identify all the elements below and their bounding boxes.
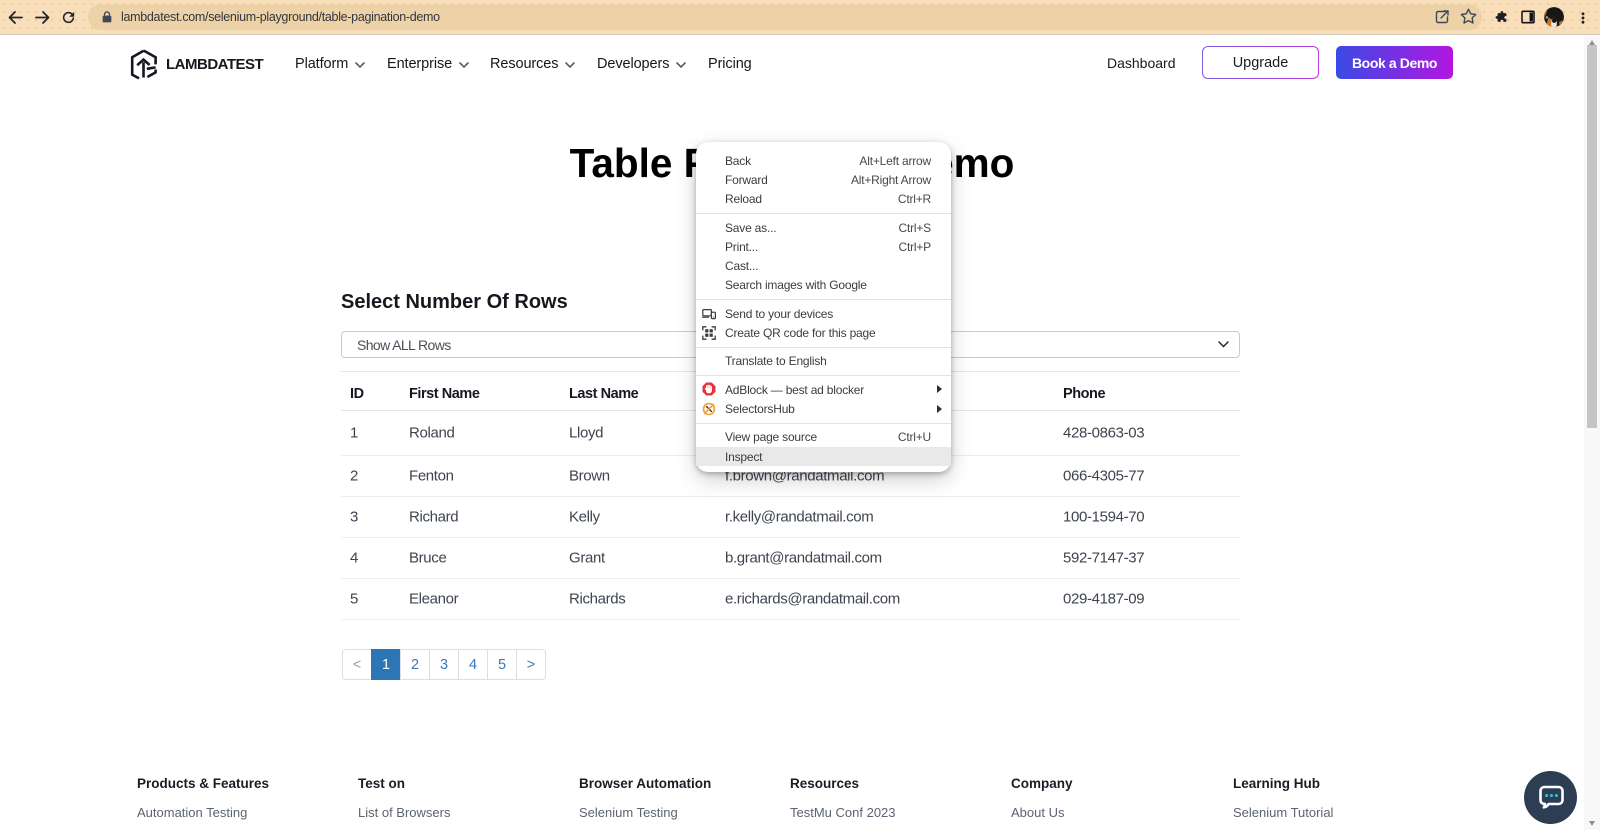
extensions-icon[interactable] (1495, 10, 1509, 24)
table-row: 5 Eleanor Richards e.richards@randatmail… (341, 579, 1240, 620)
address-bar[interactable]: lambdatest.com/selenium-playground/table… (88, 4, 1482, 30)
menu-item-adblock[interactable]: AdBlock — best ad blocker (696, 380, 951, 399)
menu-item-reload[interactable]: Reload Ctrl+R (696, 190, 951, 209)
header-last-name: Last Name (569, 385, 639, 402)
footer-link[interactable]: About Us (1011, 805, 1073, 820)
pagination-next-button[interactable]: > (516, 649, 546, 680)
pagination: < 1 2 3 4 5 > (342, 649, 546, 680)
pagination-page-3[interactable]: 3 (429, 649, 459, 680)
submenu-arrow-icon (937, 404, 942, 413)
bookmark-star-icon[interactable] (1459, 7, 1478, 26)
menu-item-translate[interactable]: Translate to English (696, 352, 951, 371)
dashboard-link[interactable]: Dashboard (1107, 55, 1176, 71)
footer-link[interactable]: TestMu Conf 2023 (790, 805, 896, 820)
nav-item-pricing[interactable]: Pricing (708, 53, 752, 75)
browser-menu-dots-icon[interactable] (1578, 12, 1588, 24)
menu-item-send-to-devices[interactable]: Send to your devices (696, 304, 951, 323)
table-row: 4 Bruce Grant b.grant@randatmail.com 592… (341, 538, 1240, 579)
menu-separator (696, 299, 951, 301)
menu-item-forward[interactable]: Forward Alt+Right Arrow (696, 170, 951, 189)
footer-link[interactable]: List of Browsers (358, 805, 450, 820)
lambdatest-logo-mark (130, 48, 157, 80)
url-text: lambdatest.com/selenium-playground/table… (121, 10, 440, 24)
share-icon[interactable] (1433, 8, 1451, 26)
footer-col-resources: Resources TestMu Conf 2023 (790, 776, 896, 820)
profile-avatar[interactable] (1544, 7, 1564, 27)
menu-item-create-qr-code[interactable]: Create QR code for this page (696, 323, 951, 342)
footer-col-products: Products & Features Automation Testing (137, 776, 270, 820)
menu-separator (696, 346, 951, 348)
menu-item-print[interactable]: Print... Ctrl+P (696, 237, 951, 256)
submenu-arrow-icon (937, 385, 942, 394)
menu-separator (696, 374, 951, 376)
chevron-down-icon (676, 62, 687, 68)
nav-item-enterprise[interactable]: Enterprise (387, 53, 469, 75)
side-panel-icon[interactable] (1521, 10, 1535, 24)
select-chevron-icon (1218, 341, 1229, 348)
browser-toolbar: lambdatest.com/selenium-playground/table… (0, 0, 1600, 35)
footer-link[interactable]: Selenium Tutorial (1233, 805, 1333, 820)
adblock-icon (702, 382, 716, 396)
qr-code-icon (702, 326, 716, 340)
pagination-page-5[interactable]: 5 (487, 649, 517, 680)
pagination-page-2[interactable]: 2 (400, 649, 430, 680)
footer-link[interactable]: Selenium Testing (579, 805, 711, 820)
lambdatest-logo-text: LAMBDATEST (166, 55, 264, 73)
scrollbar-thumb[interactable] (1587, 45, 1597, 428)
lock-icon (102, 11, 112, 23)
chat-widget-button[interactable] (1524, 771, 1577, 824)
menu-item-inspect[interactable]: Inspect (696, 446, 951, 467)
selectorshub-icon (702, 402, 716, 416)
chevron-down-icon (355, 62, 365, 68)
browser-reload-icon[interactable] (60, 9, 77, 26)
footer-col-learning-hub: Learning Hub Selenium Tutorial (1233, 776, 1334, 820)
header-phone: Phone (1063, 385, 1106, 402)
book-a-demo-button[interactable]: Book a Demo (1336, 46, 1453, 79)
scrollbar-down-arrow-icon[interactable] (1588, 821, 1595, 826)
pagination-page-4[interactable]: 4 (458, 649, 488, 680)
section-heading: Select Number Of Rows (341, 291, 568, 313)
pagination-prev-button[interactable]: < (342, 649, 372, 680)
menu-item-view-page-source[interactable]: View page source Ctrl+U (696, 428, 951, 447)
footer-link[interactable]: Automation Testing (137, 805, 269, 820)
browser-forward-icon[interactable] (34, 9, 51, 26)
menu-item-cast[interactable]: Cast... (696, 256, 951, 275)
footer-col-browser-automation: Browser Automation Selenium Testing (579, 776, 712, 820)
menu-item-back[interactable]: Back Alt+Left arrow (696, 151, 951, 170)
menu-separator (696, 212, 951, 214)
lambdatest-logo[interactable]: LAMBDATEST (130, 48, 264, 80)
table-row: 3 Richard Kelly r.kelly@randatmail.com 1… (341, 497, 1240, 538)
browser-back-icon[interactable] (7, 9, 24, 26)
menu-item-save-as[interactable]: Save as... Ctrl+S (696, 218, 951, 237)
header-first-name: First Name (409, 385, 480, 402)
chat-bubble-icon (1538, 785, 1564, 809)
menu-item-search-images[interactable]: Search images with Google (696, 276, 951, 295)
header-id: ID (350, 385, 364, 402)
nav-item-platform[interactable]: Platform (295, 53, 365, 75)
nav-item-resources[interactable]: Resources (490, 53, 576, 75)
chevron-down-icon (459, 62, 469, 68)
nav-item-developers[interactable]: Developers (597, 53, 687, 75)
page-scrollbar[interactable] (1584, 36, 1600, 830)
context-menu: Back Alt+Left arrow Forward Alt+Right Arro… (696, 142, 951, 473)
chevron-down-icon (565, 62, 576, 68)
footer-col-company: Company About Us (1011, 776, 1073, 820)
pagination-page-1[interactable]: 1 (371, 649, 401, 680)
send-to-devices-icon (702, 308, 716, 319)
menu-item-selectorshub[interactable]: SelectorsHub (696, 399, 951, 418)
menu-separator (696, 422, 951, 424)
upgrade-button[interactable]: Upgrade (1202, 46, 1319, 79)
footer-col-test-on: Test on List of Browsers (358, 776, 451, 820)
